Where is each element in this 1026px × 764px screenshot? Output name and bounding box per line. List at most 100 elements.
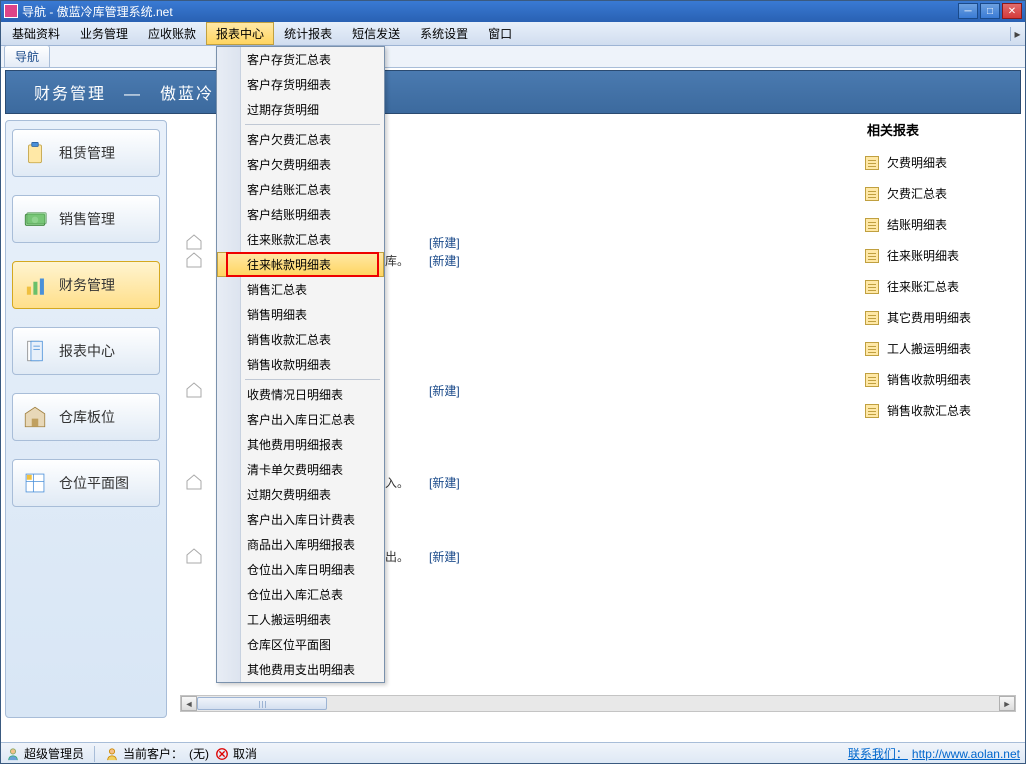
dropdown-item[interactable]: 过期欠费明细表 <box>217 482 384 507</box>
contact-link[interactable]: http://www.aolan.net <box>912 747 1020 761</box>
report-label: 欠费汇总表 <box>887 185 947 202</box>
new-link[interactable]: [新建] <box>429 234 460 251</box>
close-button[interactable]: ✕ <box>1002 3 1022 19</box>
nav-label: 仓库板位 <box>59 407 115 427</box>
nav-clipboard[interactable]: 租赁管理 <box>12 129 160 177</box>
dropdown-item[interactable]: 其他费用支出明细表 <box>217 657 384 682</box>
tab-strip: 导航 <box>0 46 1026 68</box>
minimize-button[interactable]: ─ <box>958 3 978 19</box>
report-label: 销售收款汇总表 <box>887 402 971 419</box>
warehouse-icon <box>21 403 49 431</box>
related-report-item[interactable]: 往来账汇总表 <box>861 271 1021 302</box>
dropdown-item[interactable]: 工人搬运明细表 <box>217 607 384 632</box>
nav-label: 财务管理 <box>59 275 115 295</box>
dropdown-item[interactable]: 收费情况日明细表 <box>217 382 384 407</box>
scroll-left-button[interactable]: ◄ <box>181 696 197 711</box>
dropdown-item[interactable]: 客户欠费汇总表 <box>217 127 384 152</box>
layout-icon <box>21 469 49 497</box>
report-label: 欠费明细表 <box>887 154 947 171</box>
related-report-item[interactable]: 欠费汇总表 <box>861 178 1021 209</box>
dropdown-item[interactable]: 客户出入库日汇总表 <box>217 407 384 432</box>
dropdown-item[interactable]: 客户出入库日计费表 <box>217 507 384 532</box>
house-icon <box>179 250 209 270</box>
dropdown-item[interactable]: 过期存货明细 <box>217 97 384 122</box>
dropdown-item[interactable]: 销售收款明细表 <box>217 352 384 377</box>
dropdown-item[interactable]: 往来帐款明细表 <box>217 252 384 277</box>
menu-1[interactable]: 业务管理 <box>70 22 138 45</box>
nav-layout[interactable]: 仓位平面图 <box>12 459 160 507</box>
nav-warehouse[interactable]: 仓库板位 <box>12 393 160 441</box>
new-link[interactable]: [新建] <box>429 474 460 491</box>
report-icon <box>865 404 879 418</box>
dropdown-item[interactable]: 客户欠费明细表 <box>217 152 384 177</box>
report-label: 其它费用明细表 <box>887 309 971 326</box>
menu-6[interactable]: 系统设置 <box>410 22 478 45</box>
related-report-item[interactable]: 欠费明细表 <box>861 147 1021 178</box>
scroll-thumb[interactable] <box>197 697 327 710</box>
menu-5[interactable]: 短信发送 <box>342 22 410 45</box>
report-icon <box>865 187 879 201</box>
dropdown-item[interactable]: 仓库区位平面图 <box>217 632 384 657</box>
scroll-right-button[interactable]: ► <box>999 696 1015 711</box>
dropdown-item[interactable]: 客户结账明细表 <box>217 202 384 227</box>
dropdown-item[interactable]: 清卡单欠费明细表 <box>217 457 384 482</box>
customer-label: 当前客户： <box>123 745 183 762</box>
customer-icon <box>105 747 119 761</box>
dropdown-item[interactable]: 客户存货汇总表 <box>217 47 384 72</box>
maximize-button[interactable]: □ <box>980 3 1000 19</box>
dropdown-item[interactable]: 其他费用明细报表 <box>217 432 384 457</box>
customer-value: (无) <box>189 745 209 762</box>
dropdown-item[interactable]: 客户存货明细表 <box>217 72 384 97</box>
nav-label: 销售管理 <box>59 209 115 229</box>
clipboard-icon <box>21 139 49 167</box>
nav-money[interactable]: 销售管理 <box>12 195 160 243</box>
app-icon <box>4 4 18 18</box>
report-label: 结账明细表 <box>887 216 947 233</box>
tab-navigation[interactable]: 导航 <box>4 45 50 67</box>
house-icon <box>179 472 209 492</box>
menu-3[interactable]: 报表中心 <box>206 22 274 45</box>
new-link[interactable]: [新建] <box>429 382 460 399</box>
related-report-item[interactable]: 结账明细表 <box>861 209 1021 240</box>
dropdown-item[interactable]: 仓位出入库汇总表 <box>217 582 384 607</box>
dropdown-item[interactable]: 销售收款汇总表 <box>217 327 384 352</box>
menu-4[interactable]: 统计报表 <box>274 22 342 45</box>
report-icon <box>865 342 879 356</box>
dropdown-item[interactable]: 往来账款汇总表 <box>217 227 384 252</box>
sidebar-left: 租赁管理销售管理财务管理报表中心仓库板位仓位平面图 <box>5 120 167 718</box>
menu-bar: 基础资料业务管理应收账款报表中心统计报表短信发送系统设置窗口 ▸ <box>0 22 1026 46</box>
menu-7[interactable]: 窗口 <box>478 22 522 45</box>
cancel-icon[interactable] <box>215 747 229 761</box>
report-icon <box>865 311 879 325</box>
scroll-track[interactable] <box>197 696 999 711</box>
dropdown-item[interactable]: 商品出入库明细报表 <box>217 532 384 557</box>
related-report-item[interactable]: 其它费用明细表 <box>861 302 1021 333</box>
related-report-item[interactable]: 工人搬运明细表 <box>861 333 1021 364</box>
money-icon <box>21 205 49 233</box>
new-link[interactable]: [新建] <box>429 548 460 565</box>
cancel-button[interactable]: 取消 <box>233 745 257 762</box>
report-icon <box>865 249 879 263</box>
horizontal-scrollbar[interactable]: ◄ ► <box>180 695 1016 712</box>
dropdown-item[interactable]: 仓位出入库日明细表 <box>217 557 384 582</box>
related-report-item[interactable]: 销售收款明细表 <box>861 364 1021 395</box>
menu-0[interactable]: 基础资料 <box>2 22 70 45</box>
report-label: 销售收款明细表 <box>887 371 971 388</box>
title-bar: 导航 - 傲蓝冷库管理系统.net ─ □ ✕ <box>0 0 1026 22</box>
report-center-dropdown[interactable]: 客户存货汇总表客户存货明细表过期存货明细客户欠费汇总表客户欠费明细表客户结账汇总… <box>216 46 385 683</box>
related-report-item[interactable]: 往来账明细表 <box>861 240 1021 271</box>
menu-overflow[interactable]: ▸ <box>1010 27 1024 41</box>
house-icon <box>179 232 209 252</box>
nav-report[interactable]: 报表中心 <box>12 327 160 375</box>
report-icon <box>21 337 49 365</box>
user-icon <box>6 747 20 761</box>
dropdown-item[interactable]: 销售汇总表 <box>217 277 384 302</box>
report-icon <box>865 218 879 232</box>
new-link[interactable]: [新建] <box>429 252 460 269</box>
menu-2[interactable]: 应收账款 <box>138 22 206 45</box>
dropdown-item[interactable]: 客户结账汇总表 <box>217 177 384 202</box>
report-icon <box>865 280 879 294</box>
nav-chart[interactable]: 财务管理 <box>12 261 160 309</box>
related-report-item[interactable]: 销售收款汇总表 <box>861 395 1021 426</box>
dropdown-item[interactable]: 销售明细表 <box>217 302 384 327</box>
